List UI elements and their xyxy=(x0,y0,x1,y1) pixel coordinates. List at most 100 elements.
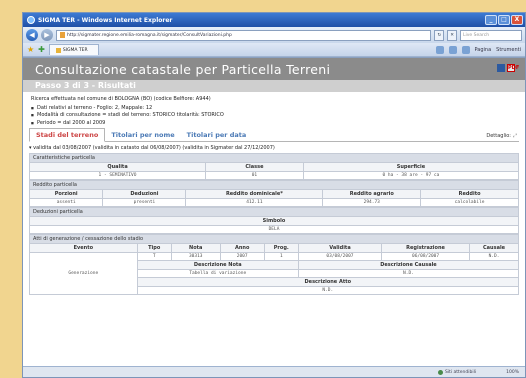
table-cell: assenti xyxy=(28,198,104,207)
maximize-button[interactable]: □ xyxy=(498,15,510,25)
col-header: Causale xyxy=(469,243,519,253)
favorites-bar: ★ ✚ SIGMA TER Pagina Strumenti xyxy=(23,43,525,57)
table-cell: 03/08/2007 xyxy=(297,252,383,261)
col-header: Reddito agrario xyxy=(322,189,422,199)
tab-titolari-nome[interactable]: Titolari per nome xyxy=(105,129,180,141)
page-icon xyxy=(60,32,65,38)
col-header: Evento xyxy=(29,243,138,253)
page-title: Consultazione catastale per Particella T… xyxy=(35,61,331,77)
caratteristiche-table: Qualita Classe Superficie 1 - SEMINATIVO… xyxy=(28,162,520,180)
close-button[interactable]: X xyxy=(511,15,523,25)
reddito-title: Reddito particella xyxy=(29,180,519,189)
table-cell: 06/08/2007 xyxy=(381,252,471,261)
desc-nota-header: Descrizione Nota xyxy=(136,260,299,270)
table-cell: calcolabile xyxy=(420,198,519,207)
table-cell: 1 xyxy=(263,252,299,261)
desc-causale-cell: N.D. xyxy=(297,269,520,278)
table-cell: T xyxy=(136,252,172,261)
col-header: Tipo xyxy=(136,243,172,253)
event-cell: Generazione xyxy=(29,252,138,295)
atti-title: Atti di generazione / cessazione dello s… xyxy=(29,234,519,243)
tools-menu[interactable]: Strumenti xyxy=(496,47,521,53)
criteria-item: Modalità di consultazione = stadi del te… xyxy=(31,112,519,120)
page-header: Consultazione catastale per Particella T… xyxy=(23,58,525,80)
criteria-list: Dati relativi al terreno - Foglio: 2, Ma… xyxy=(31,105,519,128)
ie-logo-icon xyxy=(27,16,35,24)
desc-atto-header: Descrizione Atto xyxy=(136,277,520,287)
tab-titolari-data[interactable]: Titolari per data xyxy=(181,129,253,141)
tab-sigma-ter[interactable]: SIGMA TER xyxy=(48,44,99,55)
add-favorite-icon[interactable]: ✚ xyxy=(38,45,45,54)
window-icon[interactable] xyxy=(497,64,505,72)
tab-stadi-terreno[interactable]: Stadi del terreno xyxy=(29,128,106,142)
window-title: SIGMA TER - Windows Internet Explorer xyxy=(38,16,173,24)
back-button[interactable]: ◀ xyxy=(26,29,38,41)
url-field[interactable]: http://sigmater.regione.emilia-romagna.i… xyxy=(56,29,432,41)
address-bar: ◀ ▶ http://sigmater.regione.emilia-romag… xyxy=(23,27,525,43)
search-info: Ricerca effettuata nel comune di BOLOGNA… xyxy=(23,92,525,127)
caratteristiche-title: Caratteristiche particella xyxy=(29,153,519,162)
browser-window: SIGMA TER - Windows Internet Explorer _ … xyxy=(22,12,526,378)
page-content: Consultazione catastale per Particella T… xyxy=(23,57,525,366)
search-input[interactable]: Live Search xyxy=(460,29,522,41)
minimize-button[interactable]: _ xyxy=(485,15,497,25)
criteria-item: Dati relativi al terreno - Foglio: 2, Ma… xyxy=(31,105,519,113)
caratteristiche-section: Caratteristiche particella Qualita Class… xyxy=(28,153,520,180)
col-header: Superficie xyxy=(302,162,520,172)
search-intro: Ricerca effettuata nel comune di BOLOGNA… xyxy=(31,96,211,102)
col-header: Reddito dominicale* xyxy=(185,189,324,199)
feeds-icon[interactable] xyxy=(448,45,457,54)
page-menu[interactable]: Pagina xyxy=(475,47,492,53)
col-header: Qualita xyxy=(28,162,207,172)
table-row: DELA xyxy=(29,225,519,234)
col-header: Validita xyxy=(297,243,383,253)
col-header: Prog. xyxy=(263,243,299,253)
deduzioni-table: Simbolo DELA xyxy=(29,216,519,234)
desc-nota-cell: Tabella di variazione xyxy=(136,269,299,278)
table-cell: 1 - SEMINATIVO xyxy=(28,171,207,180)
validity-line: ▾ validita dal 03/08/2007 (validita in c… xyxy=(29,145,275,151)
deduzioni-title: Deduzioni particella xyxy=(29,207,519,216)
table-cell: 01 xyxy=(205,171,304,180)
globe-icon xyxy=(437,369,443,375)
security-zone[interactable]: Siti attendibili xyxy=(437,369,476,375)
zoom-level[interactable]: 100% xyxy=(506,370,519,375)
expand-icon[interactable]: ⤢ xyxy=(513,133,517,139)
table-row: Generazione T 30313 2007 1 03/08/2007 06… xyxy=(29,252,519,295)
criteria-item: Periodo = dal 2000 al 2009 xyxy=(31,120,519,128)
col-header: Reddito xyxy=(420,189,519,199)
desc-atto-cell: N.D. xyxy=(136,286,520,295)
col-header: Classe xyxy=(205,162,304,172)
print-icon[interactable] xyxy=(461,45,470,54)
home-icon[interactable] xyxy=(435,45,444,54)
table-cell: N.D. xyxy=(469,252,519,261)
table-cell: 30313 xyxy=(170,252,221,261)
table-cell: 0 ha - 38 are - 97 ca xyxy=(302,171,520,180)
step-indicator: Passo 3 di 3 - Risultati xyxy=(23,80,525,92)
reddito-table: Porzioni Deduzioni Reddito dominicale* R… xyxy=(28,189,519,207)
detail-controls: Dettaglio: ⤢ xyxy=(486,133,517,139)
reddito-section: Reddito particella Porzioni Deduzioni Re… xyxy=(28,180,519,207)
forward-button[interactable]: ▶ xyxy=(41,29,53,41)
col-header: Deduzioni xyxy=(102,189,187,199)
tab-page-icon xyxy=(55,47,61,53)
col-header: Anno xyxy=(219,243,265,253)
table-cell: DELA xyxy=(29,225,519,234)
title-bar: SIGMA TER - Windows Internet Explorer _ … xyxy=(23,13,525,27)
result-tabs: Stadi del terreno Titolari per nome Tito… xyxy=(29,128,519,142)
table-cell: 412.11 xyxy=(185,198,324,207)
refresh-button[interactable]: ↻ xyxy=(434,29,445,41)
table-row: 1 - SEMINATIVO 01 0 ha - 38 are - 97 ca xyxy=(28,171,520,180)
desc-causale-header: Descrizione Causale xyxy=(297,260,520,270)
table-cell: 2007 xyxy=(219,252,265,261)
stop-button[interactable]: ✕ xyxy=(447,29,457,41)
favorites-star-icon[interactable]: ★ xyxy=(27,45,34,54)
atti-section: Atti di generazione / cessazione dello s… xyxy=(29,234,520,295)
atti-table: Evento Tipo Nota Anno Prog. Validita Reg… xyxy=(29,243,520,295)
col-header: Porzioni xyxy=(28,189,104,199)
deduzioni-section: Deduzioni particella Simbolo DELA xyxy=(29,207,519,234)
table-cell: presenti xyxy=(102,198,187,207)
pdf-icon[interactable]: PDF xyxy=(507,64,519,72)
chevron-icon[interactable]: ▾ xyxy=(29,145,32,151)
col-header: Nota xyxy=(170,243,221,253)
